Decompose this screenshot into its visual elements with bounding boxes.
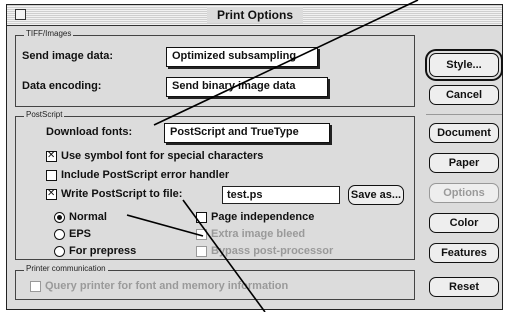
annotation-line-write-file — [182, 199, 266, 312]
annotation-line-download-fonts — [153, 0, 419, 126]
annotation-lines — [126, 0, 419, 312]
annotation-line-normal — [126, 214, 204, 237]
